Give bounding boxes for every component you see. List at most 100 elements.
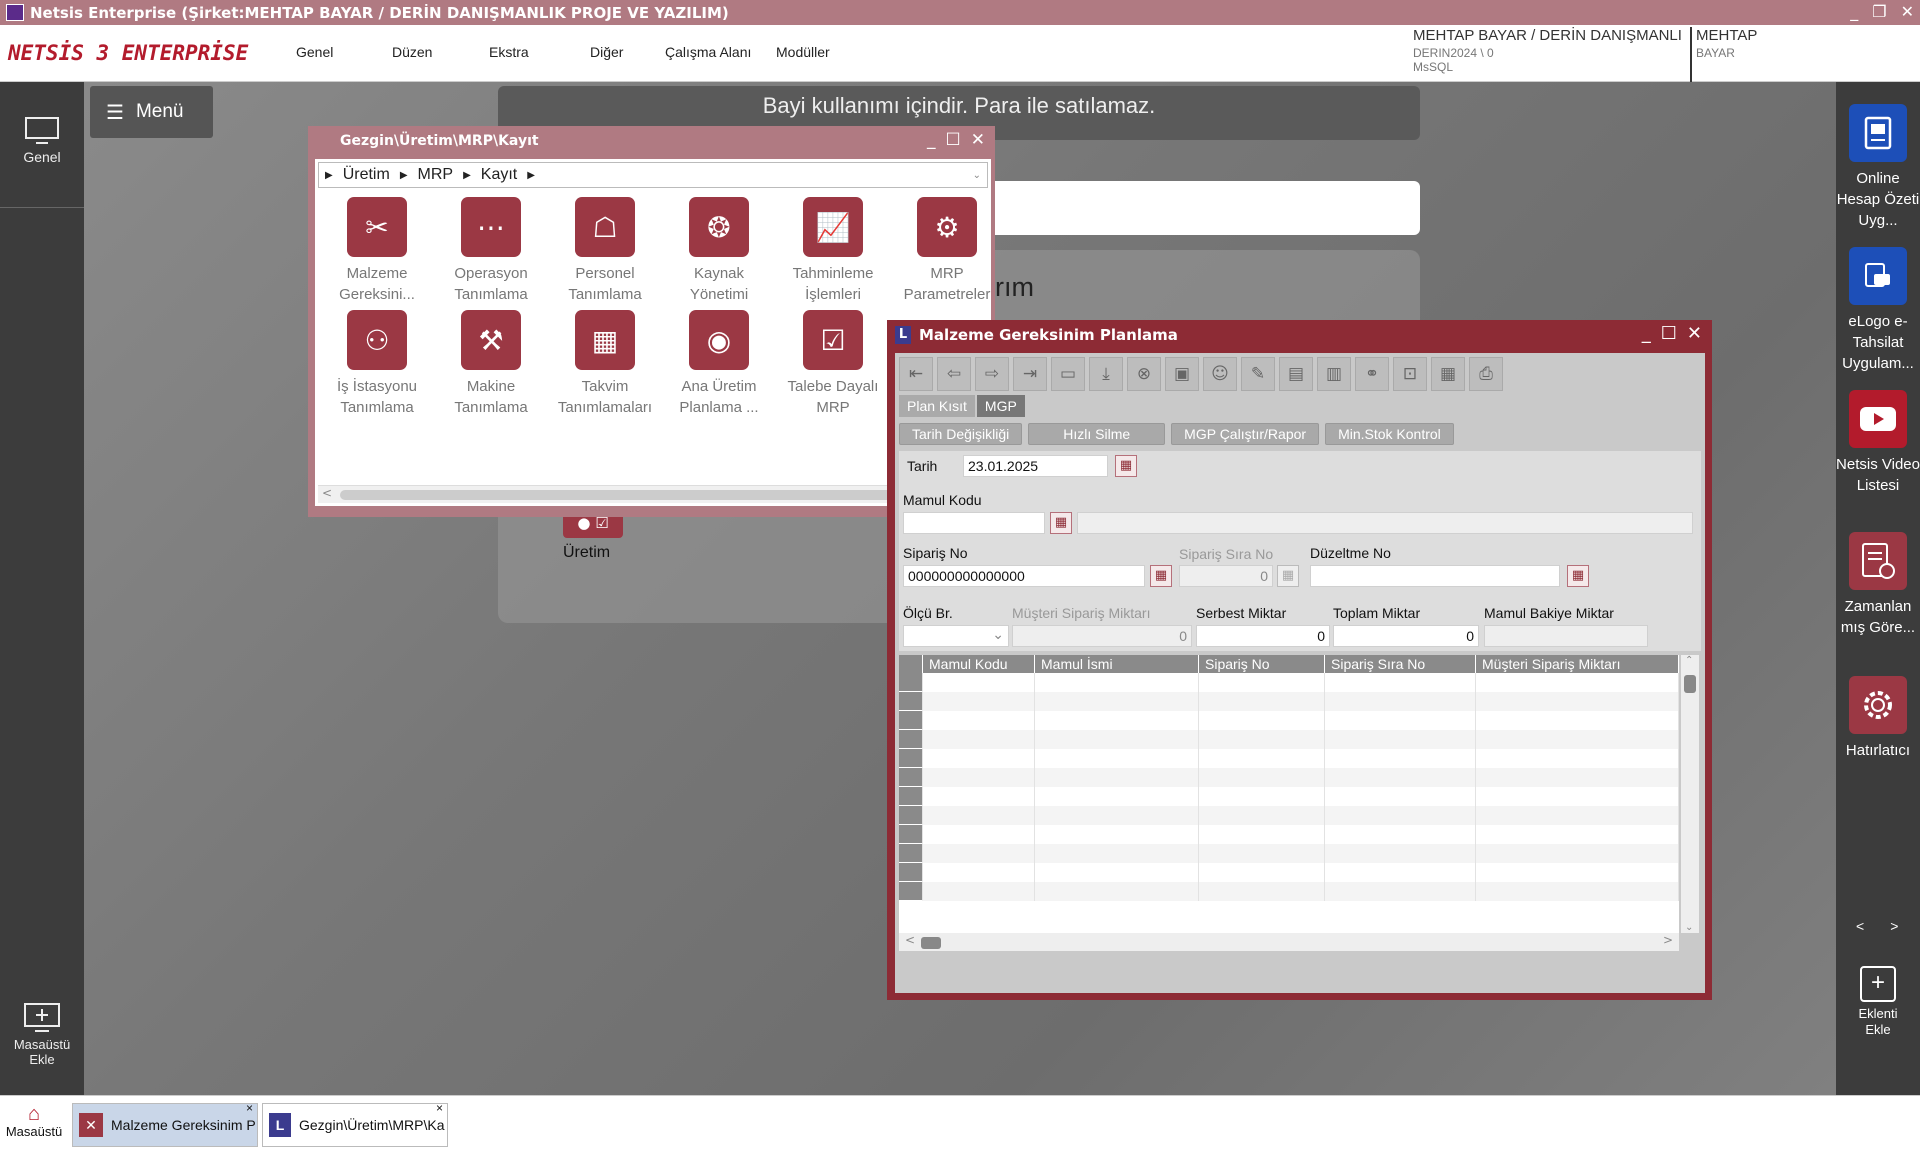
table-cell[interactable] (1035, 863, 1199, 882)
gezgin-minimize-button[interactable]: _ (927, 130, 936, 150)
table-cell[interactable] (1476, 673, 1679, 692)
elogo-shortcut[interactable]: eLogo e-Tahsilat Uygulam... (1836, 247, 1920, 374)
task-gezgin[interactable]: L Gezgin\Üretim\MRP\Ka × (262, 1101, 448, 1147)
mgp-minimize-button[interactable]: _ (1642, 323, 1651, 344)
gezgin-tile[interactable]: ☑ Talebe Dayalı MRP (779, 310, 887, 418)
min-stok-kontrol-button[interactable]: Min.Stok Kontrol (1325, 423, 1454, 445)
grid-hscrollbar[interactable]: < > (899, 933, 1679, 951)
menu-ekstra[interactable]: Ekstra (489, 44, 529, 60)
scroll-down-icon[interactable]: ⌄ (1685, 922, 1693, 933)
table-cell[interactable] (1035, 825, 1199, 844)
table-cell[interactable] (1325, 825, 1476, 844)
maximize-button[interactable]: ❐ (1872, 2, 1886, 21)
table-row[interactable] (899, 749, 1679, 768)
col-mamul-ismi[interactable]: Mamul İsmi (1035, 655, 1199, 673)
user-info[interactable]: MEHTAP BAYAR (1690, 27, 1757, 83)
table-cell[interactable] (1325, 787, 1476, 806)
table-row[interactable] (899, 806, 1679, 825)
table-cell[interactable] (1476, 768, 1679, 787)
user-icon[interactable]: ☺ (1203, 357, 1237, 391)
table-cell[interactable] (1476, 806, 1679, 825)
table-cell[interactable] (1476, 711, 1679, 730)
table-cell[interactable] (1035, 787, 1199, 806)
table-cell[interactable] (1476, 882, 1679, 901)
genel-shortcut[interactable]: Genel (0, 116, 84, 165)
table-cell[interactable] (923, 863, 1035, 882)
edit-icon[interactable]: ✎ (1241, 357, 1275, 391)
table-cell[interactable] (1035, 749, 1199, 768)
table-cell[interactable] (1476, 787, 1679, 806)
next-record-icon[interactable]: ⇨ (975, 357, 1009, 391)
download-icon[interactable]: ⤓ (1089, 357, 1123, 391)
table-cell[interactable] (1199, 692, 1325, 711)
table-cell[interactable] (1325, 806, 1476, 825)
chevron-down-icon[interactable]: ⌄ (973, 170, 981, 181)
scroll-left-icon[interactable]: < (322, 486, 332, 500)
online-hesap-shortcut[interactable]: Online Hesap Özeti Uyg... (1836, 104, 1920, 231)
table-cell[interactable] (1199, 806, 1325, 825)
close-button[interactable]: ✕ (1901, 2, 1914, 21)
tarih-degisikligi-button[interactable]: Tarih Değişikliği (899, 423, 1023, 445)
gezgin-maximize-button[interactable]: ☐ (946, 130, 961, 150)
menu-moduller[interactable]: Modüller (776, 44, 830, 60)
scroll-right-icon[interactable]: > (1663, 933, 1673, 947)
gezgin-close-button[interactable]: ✕ (971, 130, 985, 150)
lock-icon[interactable]: ⊡ (1393, 357, 1427, 391)
gezgin-tile[interactable]: ❂ Kaynak Yönetimi (665, 197, 773, 305)
table-cell[interactable] (1199, 673, 1325, 692)
table-cell[interactable] (1035, 844, 1199, 863)
table-cell[interactable] (923, 882, 1035, 901)
gezgin-tile[interactable]: ⋯ Operasyon Tanımlama (437, 197, 545, 305)
nav-next-button[interactable]: > (1890, 918, 1898, 934)
table-cell[interactable] (923, 673, 1035, 692)
nav-prev-button[interactable]: < (1856, 918, 1864, 934)
table-cell[interactable] (1325, 863, 1476, 882)
table-cell[interactable] (1476, 730, 1679, 749)
cancel-icon[interactable]: ⊗ (1127, 357, 1161, 391)
table-cell[interactable] (1199, 787, 1325, 806)
grid-vscrollbar[interactable]: ⌃ ⌄ (1681, 655, 1699, 933)
gezgin-tile[interactable]: ⚇ İş İstasyonu Tanımlama (323, 310, 431, 418)
table-row[interactable] (899, 882, 1679, 901)
col-musteri-siparis-miktari[interactable]: Müşteri Sipariş Miktarı (1476, 655, 1679, 673)
gezgin-tile[interactable]: ▦ Takvim Tanımlamaları (551, 310, 659, 418)
hatirlatici-shortcut[interactable]: Hatırlatıcı (1836, 676, 1920, 761)
date-picker-icon[interactable]: ▦ (1115, 455, 1137, 477)
menu-diger[interactable]: Diğer (590, 44, 623, 60)
table-row[interactable] (899, 825, 1679, 844)
first-record-icon[interactable]: ⇤ (899, 357, 933, 391)
mgp-maximize-button[interactable]: ☐ (1661, 323, 1677, 344)
col-siparis-sira-no[interactable]: Sipariş Sıra No (1325, 655, 1476, 673)
table-cell[interactable] (1199, 863, 1325, 882)
table-cell[interactable] (923, 692, 1035, 711)
log-icon[interactable]: ▤ (1279, 357, 1313, 391)
mgp-calistir-button[interactable]: MGP Çalıştır/Rapor (1171, 423, 1320, 445)
task-close-icon[interactable]: × (436, 1101, 443, 1115)
table-cell[interactable] (1476, 749, 1679, 768)
table-row[interactable] (899, 730, 1679, 749)
copy-icon[interactable]: ▥ (1317, 357, 1351, 391)
table-cell[interactable] (1476, 844, 1679, 863)
table-cell[interactable] (923, 768, 1035, 787)
table-cell[interactable] (923, 711, 1035, 730)
prev-record-icon[interactable]: ⇦ (937, 357, 971, 391)
print-icon[interactable]: ⎙ (1469, 357, 1503, 391)
siparis-no-field[interactable]: 000000000000000 (903, 565, 1145, 587)
table-cell[interactable] (923, 787, 1035, 806)
table-cell[interactable] (1325, 882, 1476, 901)
table-row[interactable] (899, 673, 1679, 692)
table-cell[interactable] (1035, 673, 1199, 692)
mamul-lookup-icon[interactable]: ▦ (1050, 512, 1072, 534)
table-cell[interactable] (1199, 844, 1325, 863)
table-cell[interactable] (1325, 711, 1476, 730)
table-cell[interactable] (1035, 768, 1199, 787)
mamul-kodu-field[interactable] (903, 512, 1045, 534)
table-cell[interactable] (923, 749, 1035, 768)
vscroll-thumb[interactable] (1684, 675, 1696, 693)
table-cell[interactable] (1476, 825, 1679, 844)
table-row[interactable] (899, 863, 1679, 882)
table-row[interactable] (899, 787, 1679, 806)
tarih-field[interactable]: 23.01.2025 (963, 455, 1108, 477)
table-cell[interactable] (923, 806, 1035, 825)
serbest-miktar-field[interactable]: 0 (1196, 625, 1330, 647)
